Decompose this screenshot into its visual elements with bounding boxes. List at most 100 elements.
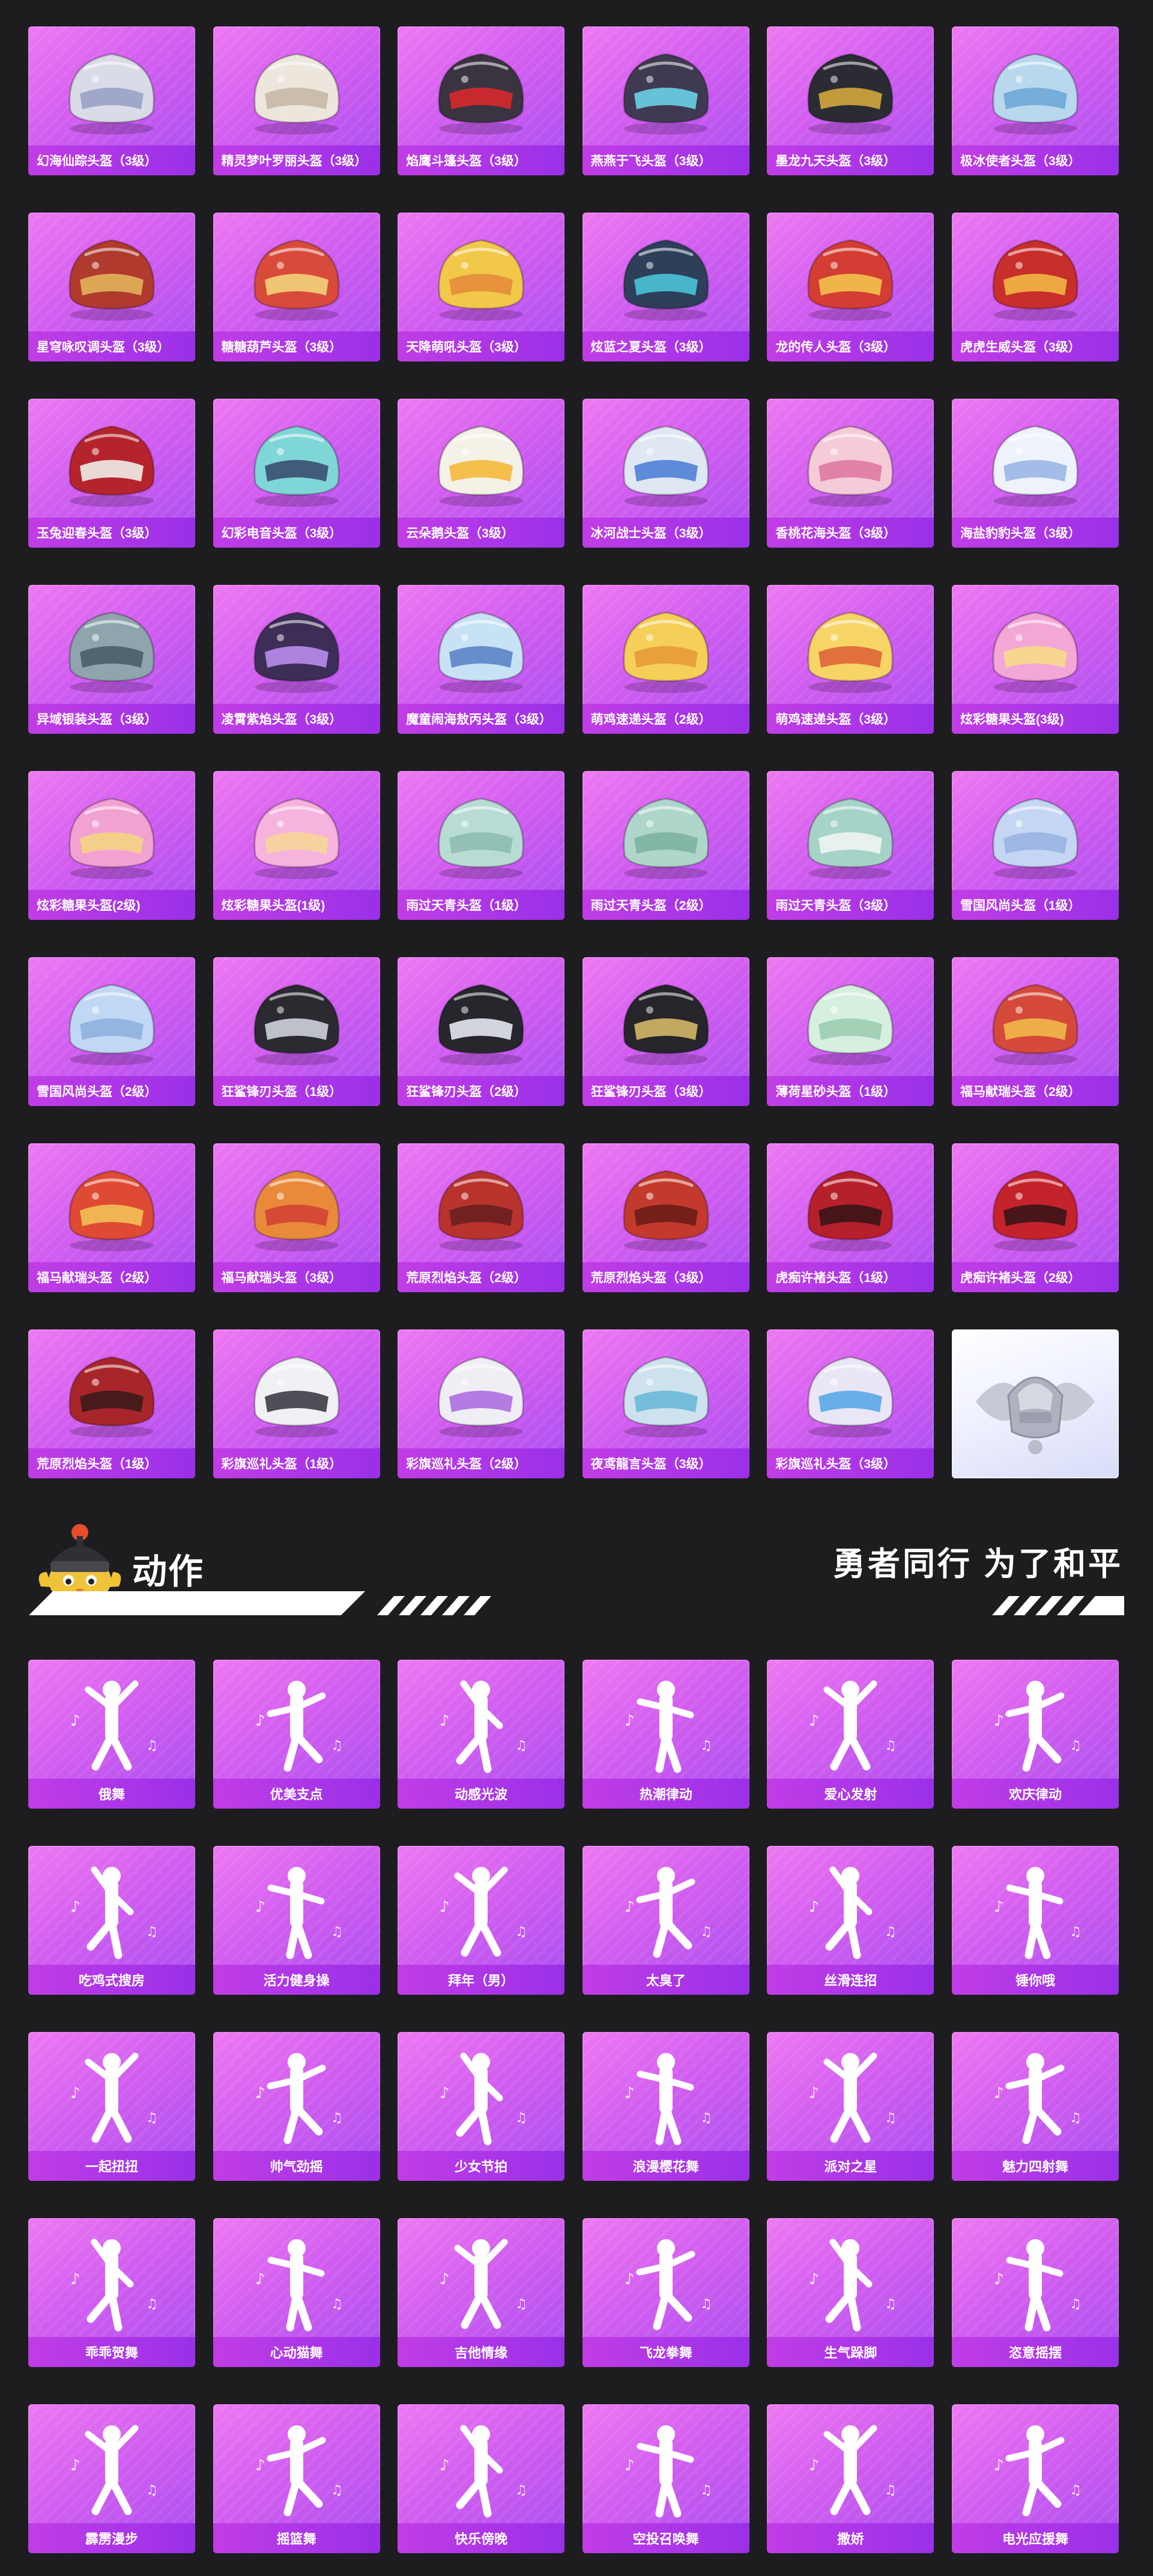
emote-card[interactable]: ♪ ♫ 生气跺脚 (767, 2218, 934, 2367)
emote-card[interactable]: ♪ ♫ 优美支点 (213, 1660, 380, 1809)
helmet-card[interactable]: 云朵鹅头盔（3级） (398, 399, 565, 548)
helmet-card[interactable]: 福马献瑞头盔（2级） (951, 957, 1119, 1106)
helmet-card[interactable]: 薄荷星砂头盔（1级） (767, 957, 934, 1106)
helmet-card[interactable]: 星穹咏叹调头盔（3级） (28, 213, 195, 361)
emote-card[interactable]: ♪ ♫ 派对之星 (767, 2032, 934, 2181)
helmet-card[interactable]: 狂鲨锋刃头盔（1级） (213, 957, 380, 1106)
helmet-card[interactable]: 雪国风尚头盔（2级） (28, 957, 195, 1106)
emote-name: 热潮律动 (582, 1779, 749, 1809)
helmet-icon (68, 425, 155, 507)
helmet-card[interactable]: 幻海仙踪头盔（3级） (28, 26, 195, 175)
pubg-emblem-icon (975, 1376, 1095, 1454)
emote-card[interactable]: ♪ ♫ 心动猫舞 (213, 2218, 380, 2367)
svg-text:♪: ♪ (440, 1898, 450, 1916)
emote-card[interactable]: ♪ ♫ 爱心发射 (767, 1660, 934, 1809)
emote-card[interactable]: ♪ ♫ 霹雳漫步 (28, 2404, 195, 2553)
helmet-card[interactable]: 狂鲨锋刃头盔（2级） (398, 957, 565, 1106)
dance-figure-icon: ♪ ♫ (255, 2425, 342, 2517)
helmet-card[interactable]: 雨过天青头盔（2级） (582, 771, 749, 920)
helmet-card[interactable]: 福马献瑞头盔（3级） (213, 1143, 380, 1292)
emote-card[interactable]: ♪ ♫ 吉他情缘 (398, 2218, 565, 2367)
helmet-card[interactable]: 萌鸡速递头盔（3级） (767, 585, 934, 734)
emote-card[interactable]: ♪ ♫ 乖乖贺舞 (28, 2218, 195, 2367)
helmet-card[interactable]: 萌鸡速递头盔（2级） (582, 585, 749, 734)
svg-text:♫: ♫ (515, 1924, 527, 1940)
emote-card[interactable]: ♪ ♫ 一起扭扭 (28, 2032, 195, 2181)
emote-card[interactable]: ♪ ♫ 帅气劲摇 (213, 2032, 380, 2181)
helmet-card[interactable]: 夜鸢龍言头盔（3级） (582, 1329, 749, 1478)
dance-figure-icon: ♪ ♫ (809, 2239, 897, 2332)
helmet-card[interactable]: 荒原烈焰头盔（1级） (28, 1329, 195, 1478)
helmet-card[interactable]: 龙的传人头盔（3级） (767, 213, 934, 361)
helmet-card[interactable]: 虎痴许褚头盔（1级） (767, 1143, 934, 1292)
helmet-name: 荒原烈焰头盔（3级） (582, 1262, 749, 1292)
emote-card[interactable]: ♪ ♫ 快乐傍晚 (398, 2404, 565, 2553)
helmet-card[interactable]: 彩旗巡礼头盔（3级） (767, 1329, 934, 1478)
emote-card[interactable]: ♪ ♫ 飞龙拳舞 (582, 2218, 749, 2367)
helmet-card[interactable]: 炫彩糖果头盔(2级) (28, 771, 195, 920)
helmet-card[interactable]: 炫蓝之夏头盔（3级） (582, 213, 749, 361)
helmet-icon (253, 53, 340, 135)
helmet-name: 雨过天青头盔（1级） (398, 890, 565, 920)
svg-text:♫: ♫ (515, 2483, 527, 2498)
helmet-card[interactable]: 狂鲨锋刃头盔（3级） (582, 957, 749, 1106)
dance-figure-icon: ♪ ♫ (440, 2425, 527, 2518)
helmet-name: 魔童闹海敖丙头盔（3级） (398, 704, 565, 734)
helmet-name: 夜鸢龍言头盔（3级） (582, 1448, 749, 1478)
helmet-card[interactable]: 焰鹰斗篷头盔（3级） (398, 26, 565, 175)
helmet-card[interactable]: 彩旗巡礼头盔（1级） (213, 1329, 380, 1478)
helmet-card[interactable]: 雪国风尚头盔（1级） (951, 771, 1119, 920)
emote-card[interactable]: ♪ ♫ 吃鸡式搜房 (28, 1846, 195, 1995)
emote-card[interactable]: ♪ ♫ 摇篮舞 (213, 2404, 380, 2553)
helmet-card[interactable]: 天降萌吼头盔（3级） (398, 213, 565, 361)
helmet-card[interactable]: 燕燕于飞头盔（3级） (582, 26, 749, 175)
emote-card[interactable]: ♪ ♫ 电光应援舞 (951, 2404, 1119, 2553)
svg-text:♪: ♪ (70, 2457, 80, 2475)
emote-card[interactable]: ♪ ♫ 撒娇 (767, 2404, 934, 2553)
emote-card[interactable]: ♪ ♫ 少女节拍 (398, 2032, 565, 2181)
helmet-card[interactable]: 福马献瑞头盔（2级） (28, 1143, 195, 1292)
emote-card[interactable]: ♪ ♫ 活力健身操 (213, 1846, 380, 1995)
helmet-card[interactable]: 凌霄紫焰头盔（3级） (213, 585, 380, 734)
helmet-icon (623, 425, 709, 507)
helmet-icon (992, 425, 1079, 507)
helmet-name: 虎虎生威头盔（3级） (951, 331, 1119, 361)
emote-card[interactable]: ♪ ♫ 太臭了 (582, 1846, 749, 1995)
helmet-card[interactable]: 荒原烈焰头盔（2级） (398, 1143, 565, 1292)
helmet-card[interactable]: 雨过天青头盔（1级） (398, 771, 565, 920)
emote-card[interactable]: ♪ ♫ 动感光波 (398, 1660, 565, 1809)
helmet-card[interactable]: 彩旗巡礼头盔（2级） (398, 1329, 565, 1478)
helmet-icon (253, 239, 340, 321)
helmet-icon (253, 1170, 340, 1251)
helmet-card[interactable]: 虎痴许褚头盔（2级） (951, 1143, 1119, 1292)
emote-card[interactable]: ♪ ♫ 魅力四射舞 (951, 2032, 1119, 2181)
emote-card[interactable]: ♪ ♫ 空投召唤舞 (582, 2404, 749, 2553)
helmet-card[interactable]: 幻彩电音头盔（3级） (213, 399, 380, 548)
helmet-card[interactable]: 虎虎生威头盔（3级） (951, 213, 1119, 361)
helmet-card[interactable]: 冰河战士头盔（3级） (582, 399, 749, 548)
svg-text:♫: ♫ (1070, 1738, 1082, 1753)
emote-card[interactable]: ♪ ♫ 拜年（男） (398, 1846, 565, 1995)
helmet-card[interactable]: 玉兔迎春头盔（3级） (28, 399, 195, 548)
svg-text:♪: ♪ (625, 1712, 635, 1730)
svg-text:♪: ♪ (994, 2457, 1004, 2475)
emote-card[interactable]: ♪ ♫ 俄舞 (28, 1660, 195, 1809)
emote-card[interactable]: ♪ ♫ 欢庆律动 (951, 1660, 1119, 1809)
helmet-card[interactable]: 香桃花海头盔（3级） (767, 399, 934, 548)
emote-card[interactable]: ♪ ♫ 丝滑连招 (767, 1846, 934, 1995)
helmet-card[interactable]: 炫彩糖果头盔(1级) (213, 771, 380, 920)
emote-card[interactable]: ♪ ♫ 恣意摇摆 (951, 2218, 1119, 2367)
helmet-card[interactable]: 荒原烈焰头盔（3级） (582, 1143, 749, 1292)
emote-card[interactable]: ♪ ♫ 锤你哦 (951, 1846, 1119, 1995)
helmet-card[interactable]: 海盐豹豹头盔（3级） (951, 399, 1119, 548)
helmet-card[interactable]: 魔童闹海敖丙头盔（3级） (398, 585, 565, 734)
helmet-card[interactable]: 异域银装头盔（3级） (28, 585, 195, 734)
helmet-card[interactable]: 极冰使者头盔（3级） (951, 26, 1119, 175)
helmet-card[interactable]: 炫彩糖果头盔(3级) (951, 585, 1119, 734)
helmet-card[interactable]: 糖糖葫芦头盔（3级） (213, 213, 380, 361)
helmet-card[interactable]: 墨龙九天头盔（3级） (767, 26, 934, 175)
emote-card[interactable]: ♪ ♫ 热潮律动 (582, 1660, 749, 1809)
helmet-card[interactable]: 雨过天青头盔（3级） (767, 771, 934, 920)
helmet-card[interactable]: 精灵梦叶罗丽头盔（3级） (213, 26, 380, 175)
emote-card[interactable]: ♪ ♫ 浪漫樱花舞 (582, 2032, 749, 2181)
